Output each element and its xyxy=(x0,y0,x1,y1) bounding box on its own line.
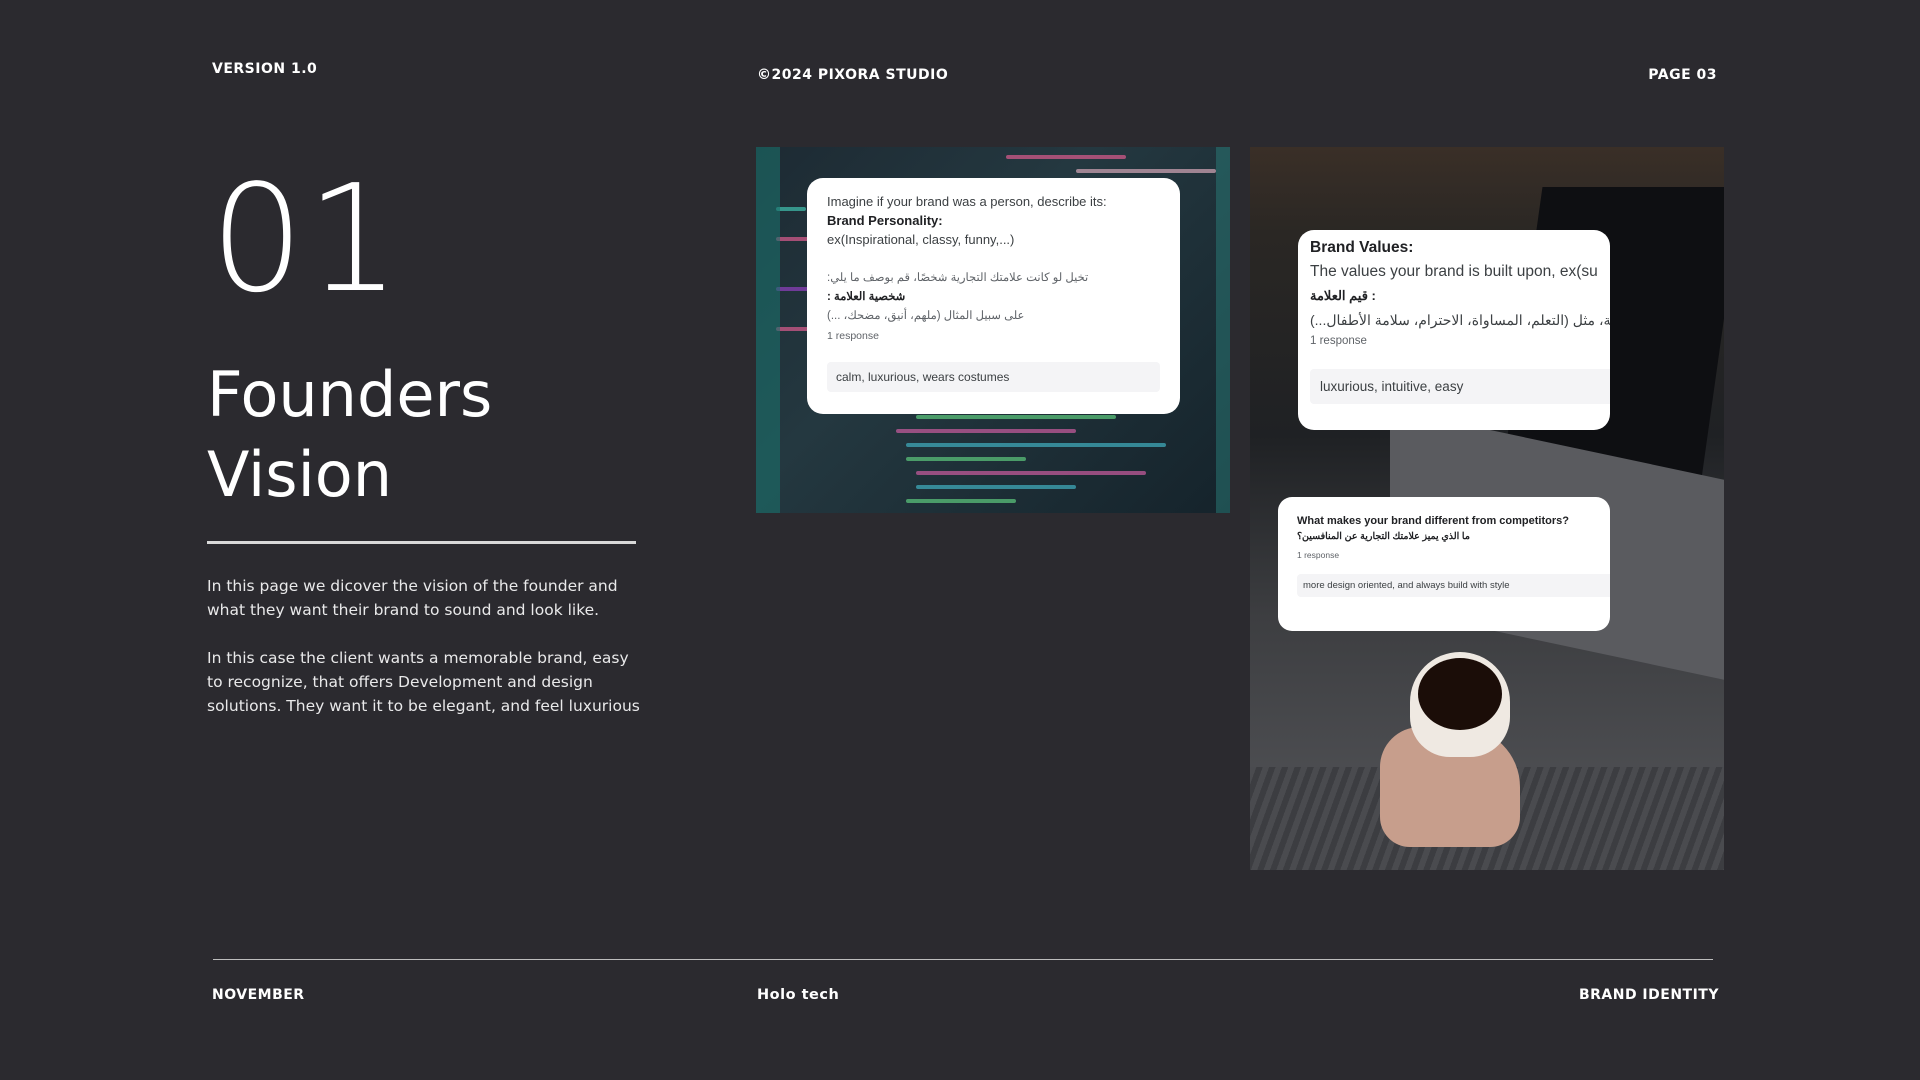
question-label: Brand Personality: xyxy=(827,213,943,228)
page-number: PAGE 03 xyxy=(1648,67,1717,83)
footer-label: BRAND IDENTITY xyxy=(1578,987,1719,1003)
footer-month: NOVEMBER xyxy=(212,987,305,1003)
response-count: 1 response xyxy=(827,330,879,342)
brand-personality-card: Imagine if your brand was a person, desc… xyxy=(807,178,1180,414)
arabic-title: قيم العلامة : xyxy=(1310,288,1376,303)
response-count: 1 response xyxy=(1297,550,1340,560)
arabic-description: جارية، مثل (التعلم، المساواة، الاحترام، … xyxy=(1310,312,1610,328)
arabic-example: على سبيل المثال (ملهم، أنيق، مضحك، ...) xyxy=(827,310,1025,322)
question-description: The values your brand is built upon, ex(… xyxy=(1310,263,1598,280)
response-answer: more design oriented, and always build w… xyxy=(1297,574,1610,597)
question-example: ex(Inspirational, classy, funny,...) xyxy=(827,232,1015,247)
brand-values-card: Brand Values: The values your brand is b… xyxy=(1298,230,1610,430)
brand-difference-card: What makes your brand different from com… xyxy=(1278,497,1610,631)
version-label: VERSION 1.0 xyxy=(212,61,318,77)
footer-divider xyxy=(213,959,1713,960)
question-title: Brand Values: xyxy=(1310,239,1414,256)
response-answer: luxurious, intuitive, easy xyxy=(1310,369,1610,404)
arabic-intro: تخيل لو كانت علامتك التجارية شخصًا، قم ب… xyxy=(827,272,1089,284)
copyright-label: ©2024 PIXORA STUDIO xyxy=(757,67,949,83)
client-paragraph: In this case the client wants a memorabl… xyxy=(207,649,640,715)
page-title: Founders Vision xyxy=(207,358,493,511)
arabic-title: ما الذي يميز علامتك التجارية عن المنافسي… xyxy=(1297,531,1470,542)
response-count: 1 response xyxy=(1310,335,1367,347)
arabic-label: شخصية العلامة : xyxy=(827,291,906,303)
question-title: What makes your brand different from com… xyxy=(1297,515,1569,527)
intro-paragraph: In this page we dicover the vision of th… xyxy=(207,577,618,619)
section-number: 01 xyxy=(210,153,403,325)
footer-company: Holo tech xyxy=(757,987,840,1003)
response-answer: calm, luxurious, wears costumes xyxy=(827,362,1160,392)
title-divider xyxy=(207,541,636,544)
question-intro: Imagine if your brand was a person, desc… xyxy=(827,194,1107,209)
